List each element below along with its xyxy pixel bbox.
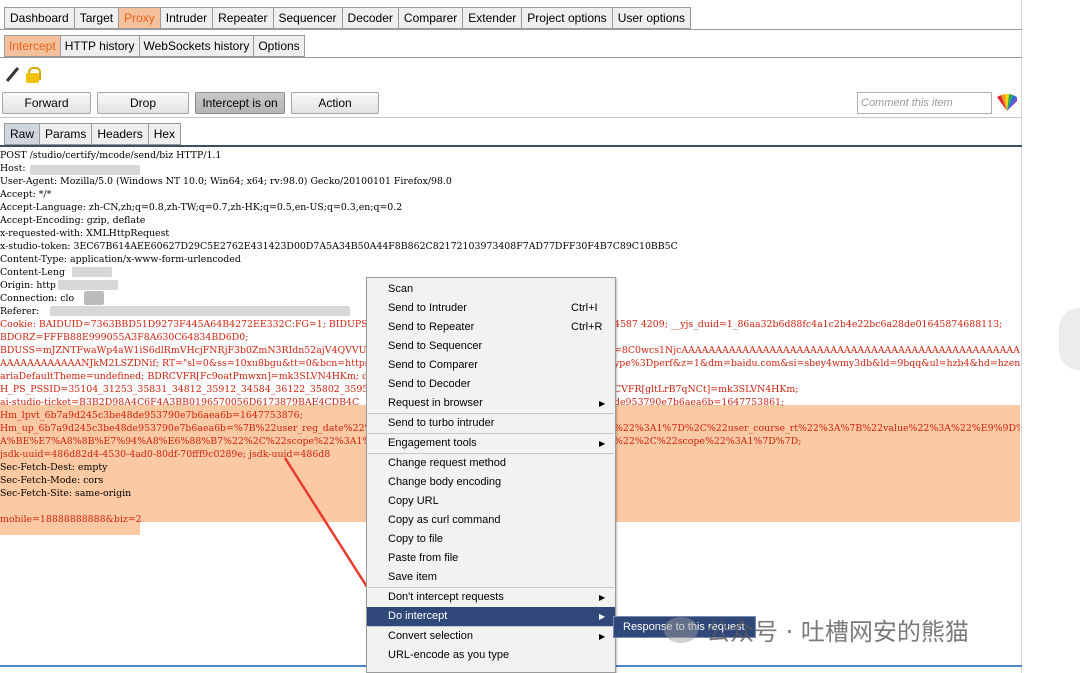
- submenu-arrow-icon: ▶: [599, 632, 606, 641]
- menu-item-don-t-intercept-requests[interactable]: Don't intercept requests ▶: [367, 588, 615, 607]
- menu-item-label: Copy as curl command: [388, 514, 501, 526]
- menu-item-label: Change request method: [388, 457, 507, 469]
- menu-item-label: Send to Decoder: [388, 378, 471, 390]
- context-menu: Scan Send to Intruder Ctrl+I Send to Repeat…: [366, 277, 616, 673]
- menu-item-label: Send to Repeater: [388, 321, 475, 333]
- menu-item-shortcut: Ctrl+I: [571, 302, 598, 314]
- menu-item-convert-selection[interactable]: Convert selection ▶: [367, 627, 615, 646]
- submenu-arrow-icon: ▶: [599, 439, 606, 448]
- menu-item-label: Copy URL: [388, 495, 439, 507]
- menu-item-url-encode-as-you-type[interactable]: URL-encode as you type: [367, 646, 615, 665]
- menu-item-send-to-decoder[interactable]: Send to Decoder: [367, 375, 615, 394]
- menu-item-label: Copy to file: [388, 533, 444, 545]
- submenu-arrow-icon: ▶: [599, 593, 606, 602]
- menu-item-label: Send to Comparer: [388, 359, 478, 371]
- menu-item-copy-to-file[interactable]: Copy to file: [367, 530, 615, 549]
- menu-item-copy-url[interactable]: Copy URL: [367, 492, 615, 511]
- menu-item-send-to-repeater[interactable]: Send to Repeater Ctrl+R: [367, 318, 615, 337]
- submenu-arrow-icon: ▶: [599, 612, 606, 621]
- menu-item-send-to-comparer[interactable]: Send to Comparer: [367, 356, 615, 375]
- submenu-arrow-icon: ▶: [599, 399, 606, 408]
- menu-item-send-to-intruder[interactable]: Send to Intruder Ctrl+I: [367, 299, 615, 318]
- menu-item-change-body-encoding[interactable]: Change body encoding: [367, 473, 615, 492]
- menu-item-label: Scan: [388, 283, 414, 295]
- menu-item-label: URL-encode as you type: [388, 649, 510, 661]
- menu-item-label: Send to Intruder: [388, 302, 467, 314]
- menu-item-label: Send to turbo intruder: [388, 417, 495, 429]
- menu-item-label: Engagement tools: [388, 437, 477, 449]
- menu-item-label: Save item: [388, 571, 437, 583]
- menu-item-label: Do intercept: [388, 610, 448, 622]
- menu-item-label: Change body encoding: [388, 476, 502, 488]
- menu-item-send-to-sequencer[interactable]: Send to Sequencer: [367, 337, 615, 356]
- menu-item-paste-from-file[interactable]: Paste from file: [367, 549, 615, 568]
- watermark-text: 公众号 · 吐槽网安的熊猫: [706, 618, 969, 646]
- menu-item-scan[interactable]: Scan: [367, 280, 615, 299]
- menu-item-label: Don't intercept requests: [388, 591, 504, 603]
- watermark: 公众号 · 吐槽网安的熊猫: [664, 612, 969, 647]
- menu-item-change-request-method[interactable]: Change request method: [367, 454, 615, 473]
- menu-item-label: Request in browser: [388, 397, 483, 409]
- menu-item-do-intercept[interactable]: Do intercept ▶: [367, 607, 615, 626]
- menu-item-label: Send to Sequencer: [388, 340, 483, 352]
- menu-item-label: Convert selection: [388, 630, 473, 642]
- menu-item-request-in-browser[interactable]: Request in browser ▶: [367, 394, 615, 413]
- menu-item-save-item[interactable]: Save item: [367, 568, 615, 587]
- menu-item-engagement-tools[interactable]: Engagement tools ▶: [367, 434, 615, 453]
- wechat-logo-icon: [664, 616, 698, 643]
- menu-item-copy-as-curl-command[interactable]: Copy as curl command: [367, 511, 615, 530]
- menu-item-send-to-turbo-intruder[interactable]: Send to turbo intruder: [367, 414, 615, 433]
- menu-item-label: Paste from file: [388, 552, 459, 564]
- menu-item-shortcut: Ctrl+R: [571, 321, 603, 333]
